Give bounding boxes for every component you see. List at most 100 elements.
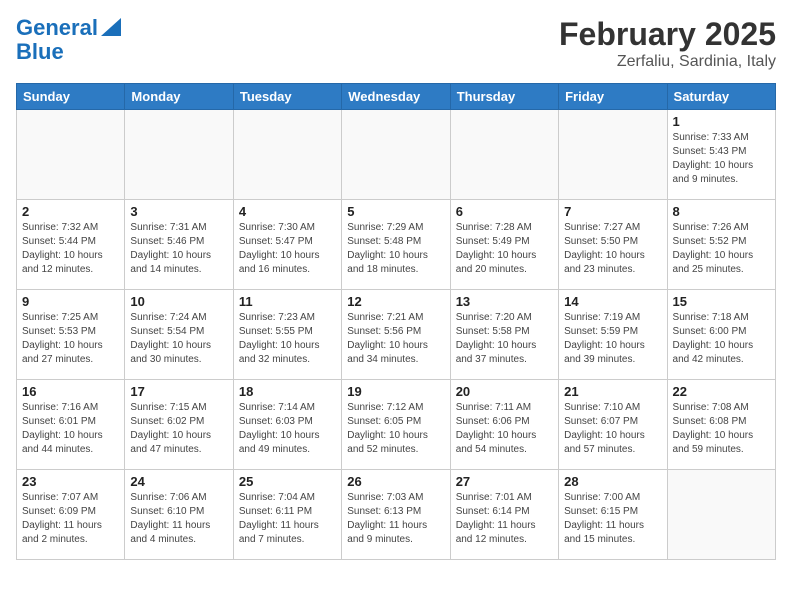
day-info: Sunrise: 7:16 AM Sunset: 6:01 PM Dayligh…	[22, 401, 119, 457]
calendar-cell: 21 Sunrise: 7:10 AM Sunset: 6:07 PM Dayli…	[559, 380, 667, 470]
calendar-week-3: 9 Sunrise: 7:25 AM Sunset: 5:53 PM Daylig…	[17, 290, 776, 380]
day-number: 20	[456, 384, 553, 399]
day-info: Sunrise: 7:32 AM Sunset: 5:44 PM Dayligh…	[22, 221, 119, 277]
calendar-cell: 26 Sunrise: 7:03 AM Sunset: 6:13 PM Dayli…	[342, 470, 450, 560]
calendar-cell: 14 Sunrise: 7:19 AM Sunset: 5:59 PM Dayli…	[559, 290, 667, 380]
day-number: 13	[456, 294, 553, 309]
day-info: Sunrise: 7:19 AM Sunset: 5:59 PM Dayligh…	[564, 311, 661, 367]
day-info: Sunrise: 7:24 AM Sunset: 5:54 PM Dayligh…	[130, 311, 227, 367]
month-title: February 2025	[559, 16, 776, 53]
calendar-cell: 10 Sunrise: 7:24 AM Sunset: 5:54 PM Dayli…	[125, 290, 233, 380]
calendar-week-1: 1 Sunrise: 7:33 AM Sunset: 5:43 PM Daylig…	[17, 110, 776, 200]
logo-icon	[101, 16, 121, 36]
page-header: General Blue February 2025 Zerfaliu, Sar…	[16, 16, 776, 71]
logo-text-line1: General	[16, 16, 98, 40]
title-area: February 2025 Zerfaliu, Sardinia, Italy	[559, 16, 776, 71]
calendar-cell: 12 Sunrise: 7:21 AM Sunset: 5:56 PM Dayli…	[342, 290, 450, 380]
day-info: Sunrise: 7:18 AM Sunset: 6:00 PM Dayligh…	[673, 311, 770, 367]
day-number: 15	[673, 294, 770, 309]
calendar-cell: 11Sunrise: 7:23 AM Sunset: 5:55 PM Dayli…	[233, 290, 341, 380]
day-number: 27	[456, 474, 553, 489]
weekday-header-thursday: Thursday	[450, 84, 558, 110]
calendar-cell	[233, 110, 341, 200]
calendar-cell: 1 Sunrise: 7:33 AM Sunset: 5:43 PM Daylig…	[667, 110, 775, 200]
logo-text-line2: Blue	[16, 40, 64, 64]
calendar-header: SundayMondayTuesdayWednesdayThursdayFrid…	[17, 84, 776, 110]
calendar-cell: 24Sunrise: 7:06 AM Sunset: 6:10 PM Dayli…	[125, 470, 233, 560]
calendar-cell	[450, 110, 558, 200]
day-info: Sunrise: 7:14 AM Sunset: 6:03 PM Dayligh…	[239, 401, 336, 457]
day-number: 17	[130, 384, 227, 399]
day-info: Sunrise: 7:15 AM Sunset: 6:02 PM Dayligh…	[130, 401, 227, 457]
day-number: 14	[564, 294, 661, 309]
day-number: 7	[564, 204, 661, 219]
calendar-cell: 18 Sunrise: 7:14 AM Sunset: 6:03 PM Dayli…	[233, 380, 341, 470]
day-info: Sunrise: 7:21 AM Sunset: 5:56 PM Dayligh…	[347, 311, 444, 367]
calendar-week-5: 23 Sunrise: 7:07 AM Sunset: 6:09 PM Dayli…	[17, 470, 776, 560]
day-number: 18	[239, 384, 336, 399]
day-number: 5	[347, 204, 444, 219]
day-number: 8	[673, 204, 770, 219]
calendar-cell: 2 Sunrise: 7:32 AM Sunset: 5:44 PM Daylig…	[17, 200, 125, 290]
day-info: Sunrise: 7:10 AM Sunset: 6:07 PM Dayligh…	[564, 401, 661, 457]
calendar-cell: 22Sunrise: 7:08 AM Sunset: 6:08 PM Dayli…	[667, 380, 775, 470]
day-info: Sunrise: 7:11 AM Sunset: 6:06 PM Dayligh…	[456, 401, 553, 457]
day-number: 2	[22, 204, 119, 219]
calendar-cell: 15 Sunrise: 7:18 AM Sunset: 6:00 PM Dayli…	[667, 290, 775, 380]
calendar-cell: 17 Sunrise: 7:15 AM Sunset: 6:02 PM Dayli…	[125, 380, 233, 470]
weekday-header-saturday: Saturday	[667, 84, 775, 110]
day-number: 25	[239, 474, 336, 489]
day-info: Sunrise: 7:03 AM Sunset: 6:13 PM Dayligh…	[347, 491, 444, 547]
day-number: 12	[347, 294, 444, 309]
day-info: Sunrise: 7:33 AM Sunset: 5:43 PM Dayligh…	[673, 131, 770, 187]
calendar-cell: 5 Sunrise: 7:29 AM Sunset: 5:48 PM Daylig…	[342, 200, 450, 290]
calendar-cell: 9 Sunrise: 7:25 AM Sunset: 5:53 PM Daylig…	[17, 290, 125, 380]
day-info: Sunrise: 7:12 AM Sunset: 6:05 PM Dayligh…	[347, 401, 444, 457]
day-info: Sunrise: 7:31 AM Sunset: 5:46 PM Dayligh…	[130, 221, 227, 277]
calendar-cell: 6 Sunrise: 7:28 AM Sunset: 5:49 PM Daylig…	[450, 200, 558, 290]
calendar-cell: 28 Sunrise: 7:00 AM Sunset: 6:15 PM Dayli…	[559, 470, 667, 560]
day-number: 22	[673, 384, 770, 399]
weekday-header-wednesday: Wednesday	[342, 84, 450, 110]
calendar-cell: 25Sunrise: 7:04 AM Sunset: 6:11 PM Dayli…	[233, 470, 341, 560]
day-number: 1	[673, 114, 770, 129]
day-number: 3	[130, 204, 227, 219]
calendar-cell: 7 Sunrise: 7:27 AM Sunset: 5:50 PM Daylig…	[559, 200, 667, 290]
day-info: Sunrise: 7:01 AM Sunset: 6:14 PM Dayligh…	[456, 491, 553, 547]
location-subtitle: Zerfaliu, Sardinia, Italy	[559, 53, 776, 71]
calendar-cell: 13Sunrise: 7:20 AM Sunset: 5:58 PM Dayli…	[450, 290, 558, 380]
day-info: Sunrise: 7:06 AM Sunset: 6:10 PM Dayligh…	[130, 491, 227, 547]
day-number: 16	[22, 384, 119, 399]
calendar-cell: 27 Sunrise: 7:01 AM Sunset: 6:14 PM Dayli…	[450, 470, 558, 560]
calendar-cell: 3 Sunrise: 7:31 AM Sunset: 5:46 PM Daylig…	[125, 200, 233, 290]
day-number: 26	[347, 474, 444, 489]
calendar-cell: 8Sunrise: 7:26 AM Sunset: 5:52 PM Daylig…	[667, 200, 775, 290]
calendar-week-4: 16 Sunrise: 7:16 AM Sunset: 6:01 PM Dayli…	[17, 380, 776, 470]
day-info: Sunrise: 7:27 AM Sunset: 5:50 PM Dayligh…	[564, 221, 661, 277]
day-info: Sunrise: 7:25 AM Sunset: 5:53 PM Dayligh…	[22, 311, 119, 367]
day-number: 21	[564, 384, 661, 399]
logo: General Blue	[16, 16, 121, 64]
day-number: 23	[22, 474, 119, 489]
calendar-cell: 16 Sunrise: 7:16 AM Sunset: 6:01 PM Dayli…	[17, 380, 125, 470]
calendar-cell: 23 Sunrise: 7:07 AM Sunset: 6:09 PM Dayli…	[17, 470, 125, 560]
day-info: Sunrise: 7:29 AM Sunset: 5:48 PM Dayligh…	[347, 221, 444, 277]
day-info: Sunrise: 7:07 AM Sunset: 6:09 PM Dayligh…	[22, 491, 119, 547]
day-info: Sunrise: 7:00 AM Sunset: 6:15 PM Dayligh…	[564, 491, 661, 547]
weekday-header-friday: Friday	[559, 84, 667, 110]
day-number: 6	[456, 204, 553, 219]
calendar-cell	[559, 110, 667, 200]
day-info: Sunrise: 7:30 AM Sunset: 5:47 PM Dayligh…	[239, 221, 336, 277]
day-number: 10	[130, 294, 227, 309]
calendar-cell: 4Sunrise: 7:30 AM Sunset: 5:47 PM Daylig…	[233, 200, 341, 290]
calendar-cell: 20 Sunrise: 7:11 AM Sunset: 6:06 PM Dayli…	[450, 380, 558, 470]
day-number: 11	[239, 294, 336, 309]
day-number: 9	[22, 294, 119, 309]
calendar-cell	[125, 110, 233, 200]
day-info: Sunrise: 7:28 AM Sunset: 5:49 PM Dayligh…	[456, 221, 553, 277]
calendar-week-2: 2 Sunrise: 7:32 AM Sunset: 5:44 PM Daylig…	[17, 200, 776, 290]
calendar-cell	[17, 110, 125, 200]
calendar-body: 1 Sunrise: 7:33 AM Sunset: 5:43 PM Daylig…	[17, 110, 776, 560]
weekday-header-tuesday: Tuesday	[233, 84, 341, 110]
day-number: 28	[564, 474, 661, 489]
